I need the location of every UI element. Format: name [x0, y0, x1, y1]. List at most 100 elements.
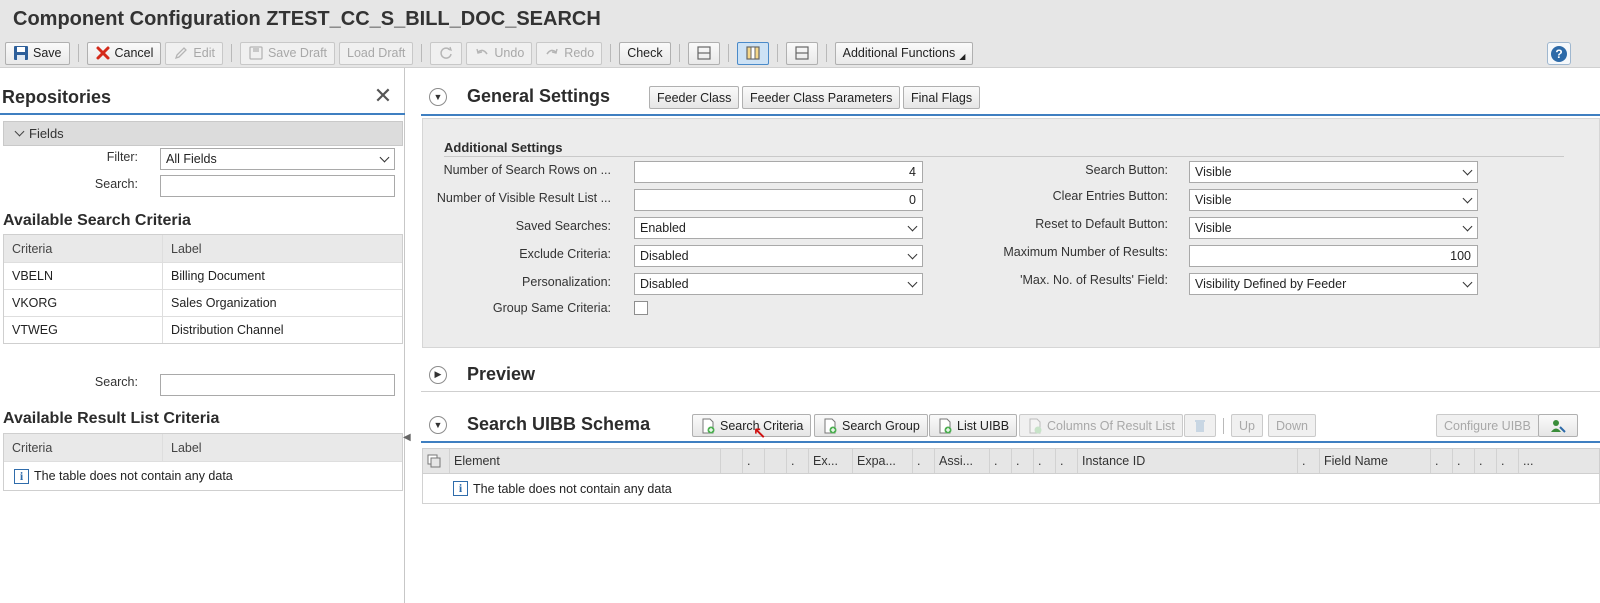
table-empty-row: i The table does not contain any data	[4, 461, 402, 490]
exclude-criteria-dropdown[interactable]: Disabled	[634, 245, 923, 267]
reset-default-dropdown[interactable]: Visible	[1189, 217, 1478, 239]
column-header[interactable]: .	[912, 449, 934, 473]
search-group-button[interactable]: Search Group	[814, 414, 928, 437]
edit-button[interactable]: Edit	[165, 41, 223, 65]
list-uibb-button[interactable]: List UIBB	[929, 414, 1018, 437]
column-header[interactable]: .	[1452, 449, 1474, 473]
additional-settings-divider	[444, 156, 1564, 157]
exclude-criteria-value: Disabled	[640, 249, 689, 263]
search-criteria-button[interactable]: Search Criteria	[692, 414, 812, 437]
select-all-icon[interactable]	[423, 449, 449, 473]
table-row[interactable]: VKORG Sales Organization	[4, 289, 402, 316]
search-input[interactable]	[160, 175, 395, 197]
edit-label: Edit	[193, 46, 215, 60]
column-header-label: Label	[171, 440, 202, 455]
additional-functions-button[interactable]: Additional Functions ◢	[834, 41, 974, 65]
column-header[interactable]: .	[1474, 449, 1496, 473]
column-header-element[interactable]: Element	[449, 449, 720, 473]
preview-title: Preview	[467, 364, 536, 384]
column-header-label: Label	[171, 241, 202, 256]
section-divider	[421, 114, 1600, 116]
up-button[interactable]: Up	[1231, 414, 1263, 437]
search-button-dropdown[interactable]: Visible	[1189, 161, 1478, 183]
column-header-ex[interactable]: Ex...	[808, 449, 852, 473]
schema-header: ▼ Search UIBB Schema	[429, 414, 650, 435]
column-header-expa[interactable]: Expa...	[852, 449, 912, 473]
down-button[interactable]: Down	[1268, 414, 1316, 437]
result-search-input[interactable]	[160, 374, 395, 396]
column-header[interactable]	[720, 449, 742, 473]
column-header-field-name[interactable]: Field Name	[1319, 449, 1430, 473]
save-draft-button[interactable]: Save Draft	[239, 41, 336, 65]
column-header[interactable]: .	[1297, 449, 1319, 473]
collapse-pane-icon[interactable]: ◀	[403, 432, 411, 446]
load-draft-button[interactable]: Load Draft	[339, 41, 414, 65]
help-button[interactable]: ?	[1547, 42, 1571, 65]
additional-settings-box: Additional Settings Number of Search Row…	[422, 118, 1600, 348]
column-header[interactable]: .	[1033, 449, 1055, 473]
user-settings-icon	[1550, 418, 1566, 434]
feeder-class-button[interactable]: Feeder Class	[649, 86, 740, 109]
saved-searches-dropdown[interactable]: Enabled	[634, 217, 923, 239]
chevron-down-icon	[1462, 277, 1473, 288]
label-cell: Billing Document	[171, 269, 265, 283]
add-document-icon	[1027, 418, 1043, 434]
column-header[interactable]: .	[1055, 449, 1077, 473]
personalize-button[interactable]	[1538, 414, 1578, 437]
clear-entries-dropdown[interactable]: Visible	[1189, 189, 1478, 211]
column-header[interactable]: .	[742, 449, 764, 473]
layout-top-button[interactable]	[687, 41, 720, 65]
final-flags-button[interactable]: Final Flags	[903, 86, 981, 109]
visible-result-list-input[interactable]: 0	[634, 189, 923, 211]
collapse-icon[interactable]: ▼	[429, 415, 447, 434]
column-header[interactable]: .	[1430, 449, 1452, 473]
help-icon: ?	[1551, 45, 1567, 62]
close-icon[interactable]: ✕	[373, 85, 393, 107]
repositories-title: Repositories	[2, 87, 112, 107]
column-header[interactable]: .	[989, 449, 1011, 473]
check-button[interactable]: Check	[619, 41, 671, 65]
collapse-icon[interactable]: ▼	[429, 87, 447, 106]
delete-button[interactable]	[1184, 414, 1216, 437]
group-same-criteria-checkbox[interactable]	[634, 301, 648, 315]
table-row[interactable]: VBELN Billing Document	[4, 262, 402, 289]
column-header[interactable]: .	[1496, 449, 1518, 473]
column-header[interactable]: .	[1011, 449, 1033, 473]
layout-bottom-button[interactable]	[785, 41, 818, 65]
undo-button[interactable]: Undo	[466, 41, 533, 65]
chevron-down-icon	[1462, 193, 1473, 204]
general-settings-title: General Settings	[467, 86, 611, 106]
save-icon	[13, 45, 29, 61]
column-header-assi[interactable]: Assi...	[934, 449, 989, 473]
redo-button[interactable]: Redo	[536, 41, 603, 65]
max-results-field-dropdown[interactable]: Visibility Defined by Feeder	[1189, 273, 1478, 295]
feeder-class-parameters-button[interactable]: Feeder Class Parameters	[742, 86, 901, 109]
search-label: Search:	[94, 177, 138, 191]
filter-value: All Fields	[166, 152, 217, 166]
column-header[interactable]: .	[786, 449, 808, 473]
expand-icon[interactable]: ▶	[429, 365, 447, 384]
column-header[interactable]	[764, 449, 786, 473]
layout-split-button[interactable]	[736, 41, 769, 65]
visible-result-list-label: Number of Visible Result List ...	[436, 191, 611, 205]
max-results-input[interactable]: 100	[1189, 245, 1478, 267]
configure-uibb-button[interactable]: Configure UIBB	[1436, 414, 1539, 437]
column-header-instance-id[interactable]: Instance ID	[1077, 449, 1297, 473]
search-rows-input[interactable]: 4	[634, 161, 923, 183]
column-header[interactable]: ...	[1518, 449, 1542, 473]
personalization-dropdown[interactable]: Disabled	[634, 273, 923, 295]
max-results-label: Maximum Number of Results:	[1003, 245, 1168, 259]
refresh-button[interactable]	[430, 41, 463, 65]
search-button-value: Visible	[1195, 165, 1232, 179]
redo-label: Redo	[564, 46, 595, 60]
cancel-button[interactable]: Cancel	[86, 41, 162, 65]
add-document-icon	[937, 418, 953, 434]
group-same-criteria-label: Group Same Criteria:	[492, 301, 611, 315]
save-button[interactable]: Save	[5, 41, 70, 65]
table-row[interactable]: VTWEG Distribution Channel	[4, 316, 402, 343]
schema-title: Search UIBB Schema	[467, 414, 651, 434]
fields-section-header[interactable]: Fields	[3, 121, 403, 146]
columns-of-result-list-button[interactable]: Columns Of Result List	[1019, 414, 1183, 437]
filter-dropdown[interactable]: All Fields	[160, 148, 395, 170]
repositories-pane: Repositories ✕ Fields Filter: All Fields…	[0, 68, 405, 603]
